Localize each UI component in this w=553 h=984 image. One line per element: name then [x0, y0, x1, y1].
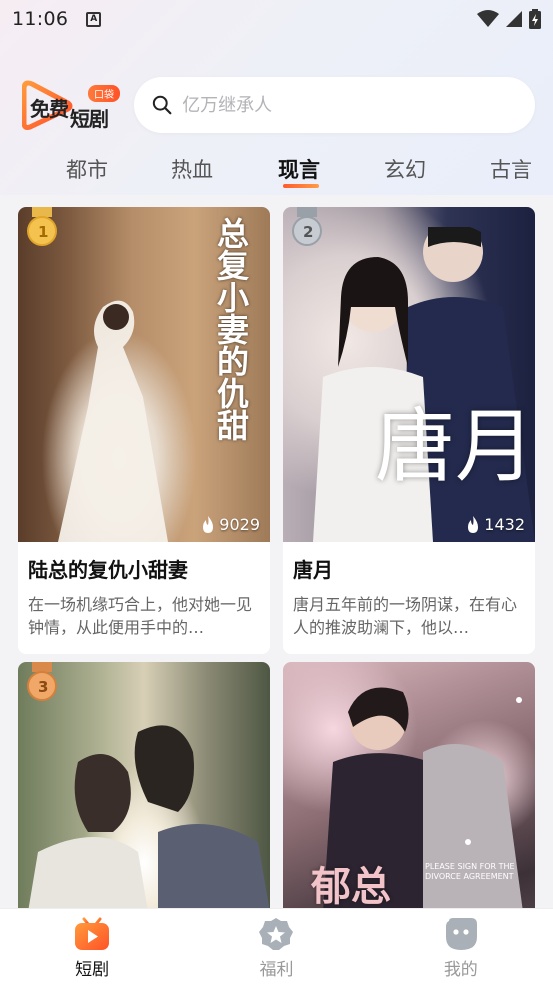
nav-item-mine[interactable]: 我的 [369, 909, 553, 984]
view-count: 1432 [466, 515, 525, 534]
drama-poster: 总复小妻的仇甜 1 9029 [18, 207, 270, 542]
logo-text-short-drama: 短剧 [70, 107, 109, 131]
category-tabs: 都市 热血 现言 玄幻 古言 [0, 150, 553, 192]
status-indicators [477, 9, 541, 29]
status-bar: 11:06 A [0, 0, 553, 38]
tab-guyan[interactable]: 古言 [490, 154, 532, 184]
tab-dushi[interactable]: 都市 [66, 154, 108, 184]
rank-number: 2 [303, 223, 314, 241]
drama-description: 在一场机缘巧合上，他对她一见钟情，从此便用手中的… [28, 595, 253, 637]
drama-card[interactable]: 总复小妻的仇甜 1 9029 陆总的复仇小甜妻 在一场机缘巧合上，他对她一见钟情… [18, 207, 270, 654]
rank-number: 1 [38, 223, 49, 241]
tab-rexue[interactable]: 热血 [171, 154, 213, 184]
search-bar[interactable] [134, 77, 535, 133]
status-time: 11:06 [12, 8, 69, 30]
app-header: 免费 短剧 口袋 [0, 72, 553, 138]
poster-title-text: 总复小妻的仇甜 [212, 217, 250, 441]
drama-card[interactable]: 唐月 2 1432 唐月 唐月五年前的一场阴谋，在有心人的推波助澜下，他以… [283, 207, 535, 654]
tv-play-icon [75, 917, 110, 950]
logo-badge: 口袋 [88, 85, 120, 102]
active-tab-indicator [283, 184, 319, 188]
ghost-face-icon [445, 918, 477, 950]
flame-icon [468, 515, 479, 533]
battery-icon [529, 9, 541, 29]
poster-title-text: 唐月 [375, 400, 535, 493]
tab-xuanhuan[interactable]: 玄幻 [384, 154, 426, 184]
nav-label: 福利 [259, 960, 294, 980]
notification-app-icon: A [86, 11, 102, 27]
bottom-navigation: 短剧 福利 我的 [0, 908, 553, 984]
nav-item-short-drama[interactable]: 短剧 [0, 909, 184, 984]
logo-text-free: 免费 [30, 97, 69, 121]
view-count-value: 9029 [219, 515, 260, 534]
wifi-icon [477, 10, 499, 27]
poster-subtitle-text: PLEASE SIGN FOR THE DIVORCE AGREEMENT [425, 862, 515, 881]
drama-title: 唐月 [293, 558, 333, 582]
star-badge-icon [259, 918, 294, 950]
view-count-value: 1432 [484, 515, 525, 534]
poster-figure [58, 300, 168, 542]
nav-item-welfare[interactable]: 福利 [184, 909, 368, 984]
drama-title: 陆总的复仇小甜妻 [28, 558, 188, 582]
drama-description: 唐月五年前的一场阴谋，在有心人的推波助澜下，他以… [293, 595, 518, 637]
search-icon [152, 95, 172, 115]
poster-couple [28, 725, 270, 912]
poster-title-text: 郁总 [311, 863, 391, 910]
app-logo: 免费 短剧 口袋 [22, 75, 124, 135]
nav-label: 我的 [443, 960, 478, 980]
flame-icon [203, 515, 214, 533]
nav-label: 短剧 [75, 960, 110, 980]
search-input[interactable] [182, 94, 517, 116]
drama-poster: 唐月 2 1432 [283, 207, 535, 542]
rank-number: 3 [38, 678, 49, 696]
signal-icon [506, 11, 522, 27]
tab-xianyan[interactable]: 现言 [278, 154, 320, 184]
view-count: 9029 [201, 515, 260, 534]
